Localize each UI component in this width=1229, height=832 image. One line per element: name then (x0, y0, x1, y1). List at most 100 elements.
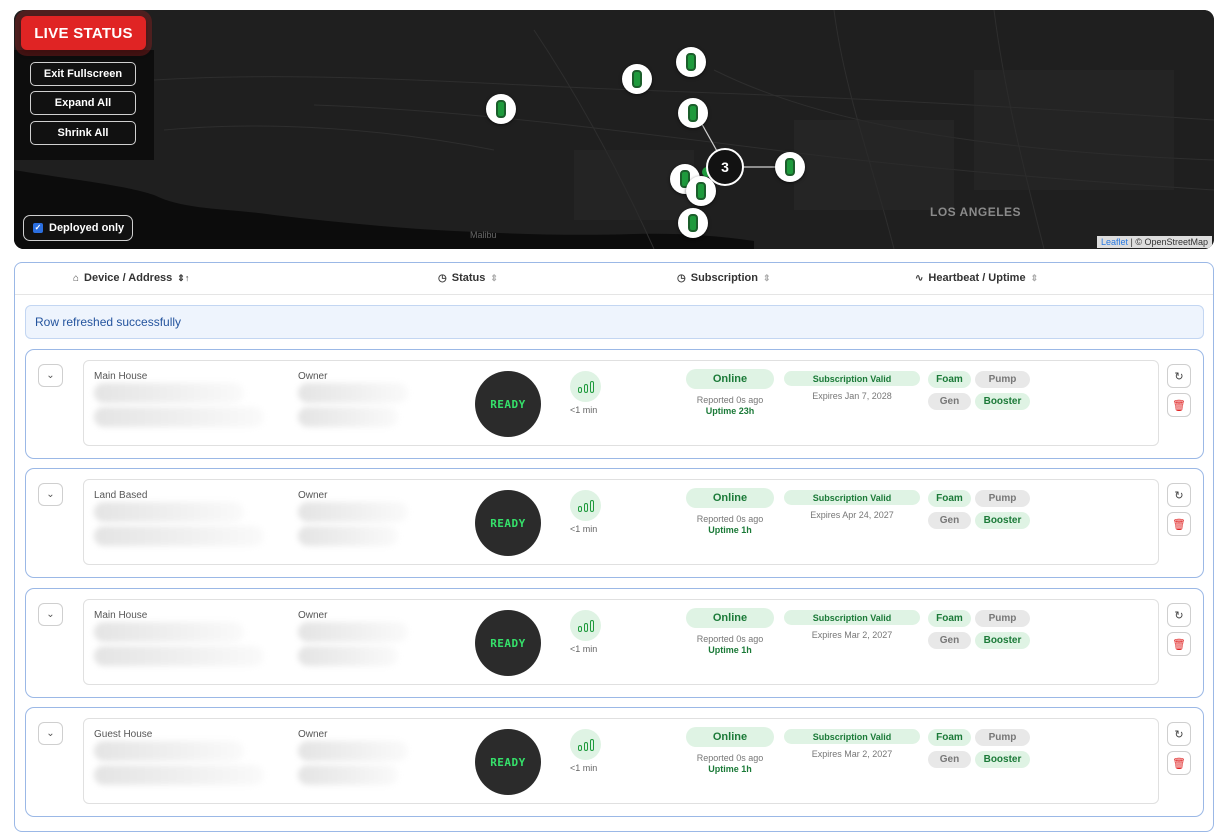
tag-pump: Pump (975, 729, 1030, 746)
tag-booster: Booster (975, 393, 1030, 410)
uptime-text: Uptime 1h (708, 645, 752, 655)
tag-gen: Gen (928, 512, 971, 529)
ready-status-badge: READY (475, 490, 541, 556)
online-badge: Online (686, 369, 774, 389)
column-label: Heartbeat / Uptime (928, 272, 1026, 284)
device-marker[interactable] (678, 208, 708, 238)
reported-text: Reported 0s ago (696, 753, 764, 763)
osm-attribution: | © OpenStreetMap (1130, 237, 1208, 247)
reported-text: Reported 0s ago (696, 514, 764, 524)
leaflet-link[interactable]: Leaflet (1101, 237, 1128, 247)
chevron-down-icon[interactable]: ⌄ (38, 603, 63, 626)
device-marker[interactable] (678, 98, 708, 128)
sort-icon[interactable]: ⇕ (763, 273, 771, 284)
refresh-icon[interactable]: ↻ (1167, 483, 1191, 507)
device-card: Guest House Owner READY <1 min Online Re… (83, 718, 1159, 804)
signal-icon (570, 729, 601, 760)
trash-icon[interactable]: 🗑 (1167, 751, 1191, 775)
heartbeat-info: Reported 0s ago Uptime 23h (686, 395, 774, 417)
ready-status-badge: READY (475, 610, 541, 676)
shrink-all-button[interactable]: Shrink All (30, 121, 136, 145)
device-marker[interactable] (486, 94, 516, 124)
exit-fullscreen-button[interactable]: Exit Fullscreen (30, 62, 136, 86)
column-header-subscription[interactable]: ◷ Subscription ⇕ (677, 272, 771, 284)
device-marker[interactable] (775, 152, 805, 182)
deployed-only-label: Deployed only (49, 222, 125, 234)
device-card: Land Based Owner READY <1 min Online Rep… (83, 479, 1159, 565)
device-marker[interactable] (676, 47, 706, 77)
column-header-device[interactable]: ⌂ Device / Address ⇕↑ (73, 272, 189, 284)
uptime-text: Uptime 1h (708, 525, 752, 535)
device-icon (686, 53, 696, 71)
table-row: ⌄ Main House Owner READY <1 min Online R… (25, 349, 1204, 459)
subscription-expiry: Expires Jan 7, 2028 (812, 391, 892, 401)
refresh-icon[interactable]: ↻ (1167, 722, 1191, 746)
address-redacted (94, 765, 264, 785)
success-alert: Row refreshed successfully (25, 305, 1204, 339)
live-map[interactable]: LIVE STATUS Exit Fullscreen Expand All S… (14, 10, 1214, 249)
heartbeat-info: Reported 0s ago Uptime 1h (686, 634, 774, 656)
clock-icon: ◷ (438, 272, 447, 284)
sort-icon[interactable]: ⇕ (1031, 273, 1039, 284)
owner-redacted (298, 646, 398, 666)
tag-pump: Pump (975, 490, 1030, 507)
trash-icon[interactable]: 🗑 (1167, 393, 1191, 417)
owner-redacted (298, 741, 408, 761)
tag-foam: Foam (928, 490, 971, 507)
owner-redacted (298, 383, 408, 403)
signal-text: <1 min (570, 763, 598, 773)
device-icon (696, 182, 706, 200)
tag-gen: Gen (928, 751, 971, 768)
signal-icon (570, 490, 601, 521)
device-card: Main House Owner READY <1 min Online Rep… (83, 360, 1159, 446)
device-marker[interactable] (622, 64, 652, 94)
ready-status-badge: READY (475, 371, 541, 437)
online-badge: Online (686, 727, 774, 747)
column-header-heartbeat[interactable]: ∿ Heartbeat / Uptime ⇕ (915, 272, 1038, 284)
owner-redacted (298, 526, 398, 546)
subscription-expiry: Expires Apr 24, 2027 (810, 510, 894, 520)
address-redacted (94, 622, 244, 642)
device-icon (632, 70, 642, 88)
chevron-down-icon[interactable]: ⌄ (38, 364, 63, 387)
column-header-status[interactable]: ◷ Status ⇕ (438, 272, 498, 284)
expand-all-button[interactable]: Expand All (30, 91, 136, 115)
device-icon (785, 158, 795, 176)
refresh-icon[interactable]: ↻ (1167, 364, 1191, 388)
device-icon (688, 214, 698, 232)
marker-cluster[interactable]: 3 (706, 148, 744, 186)
heartbeat-info: Reported 0s ago Uptime 1h (686, 514, 774, 536)
ready-status-badge: READY (475, 729, 541, 795)
column-label: Subscription (690, 272, 758, 284)
refresh-icon[interactable]: ↻ (1167, 603, 1191, 627)
subscription-valid-badge: Subscription Valid (784, 490, 920, 505)
tag-pump: Pump (975, 371, 1030, 388)
checkbox-checked-icon[interactable]: ✓ (33, 223, 43, 233)
device-name: Land Based (94, 490, 148, 501)
address-redacted (94, 741, 244, 761)
tag-booster: Booster (975, 512, 1030, 529)
address-redacted (94, 526, 264, 546)
owner-redacted (298, 765, 398, 785)
pulse-icon: ∿ (915, 272, 924, 284)
address-redacted (94, 502, 244, 522)
tag-booster: Booster (975, 751, 1030, 768)
owner-redacted (298, 622, 408, 642)
device-name: Main House (94, 371, 148, 382)
trash-icon[interactable]: 🗑 (1167, 512, 1191, 536)
devices-table: ⌂ Device / Address ⇕↑ ◷ Status ⇕ ◷ Subsc… (14, 262, 1214, 832)
chevron-down-icon[interactable]: ⌄ (38, 722, 63, 745)
map-attribution: Leaflet | © OpenStreetMap (1096, 236, 1212, 248)
deployed-only-toggle[interactable]: ✓ Deployed only (23, 215, 133, 241)
subscription-expiry: Expires Mar 2, 2027 (811, 749, 893, 759)
device-name: Guest House (94, 729, 153, 740)
sort-ascending-icon[interactable]: ⇕↑ (177, 273, 189, 284)
trash-icon[interactable]: 🗑 (1167, 632, 1191, 656)
address-redacted (94, 383, 244, 403)
home-icon: ⌂ (73, 272, 80, 284)
sort-icon[interactable]: ⇕ (490, 273, 498, 284)
reported-text: Reported 0s ago (696, 395, 764, 405)
uptime-text: Uptime 1h (708, 764, 752, 774)
live-status-badge: LIVE STATUS (21, 16, 146, 50)
chevron-down-icon[interactable]: ⌄ (38, 483, 63, 506)
